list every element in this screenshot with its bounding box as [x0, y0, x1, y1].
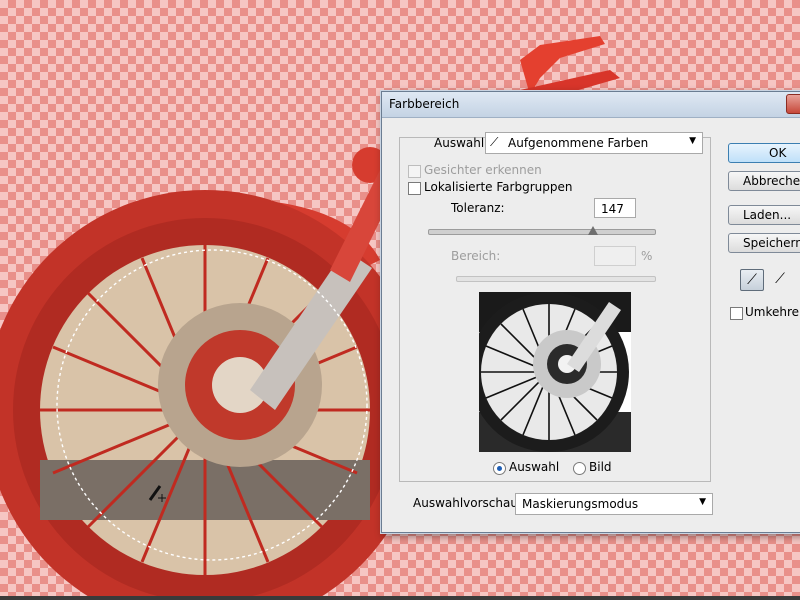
- lokalisiert-checkbox[interactable]: [408, 182, 421, 195]
- bereich-unit: %: [641, 249, 653, 263]
- toleranz-label: Toleranz:: [451, 201, 505, 215]
- dialog-title: Farbbereich: [389, 97, 460, 111]
- radio-auswahl-label: Auswahl: [509, 460, 560, 474]
- eyedropper-icon: ⟋: [490, 135, 499, 149]
- color-range-dialog: Farbbereich Auswahl: ⟋ Aufgenommene Farb…: [381, 91, 800, 533]
- abbrechen-button[interactable]: Abbrechen: [728, 171, 800, 191]
- close-icon[interactable]: [786, 94, 800, 114]
- lokalisiert-label: Lokalisierte Farbgruppen: [424, 180, 573, 194]
- gesichter-checkbox: [408, 165, 421, 178]
- vorschau-select[interactable]: Maskierungsmodus ▼: [515, 493, 713, 515]
- umkehren-checkbox[interactable]: [730, 307, 743, 320]
- toleranz-slider-thumb[interactable]: [587, 226, 598, 235]
- radio-auswahl[interactable]: [493, 462, 506, 475]
- toleranz-input[interactable]: 147: [594, 198, 636, 218]
- auswahl-select[interactable]: ⟋ Aufgenommene Farben ▼: [485, 132, 703, 154]
- eyedropper-icon[interactable]: ⟋: [740, 269, 764, 291]
- radio-bild[interactable]: [573, 462, 586, 475]
- selection-preview: [479, 292, 631, 452]
- bereich-slider: [456, 276, 656, 282]
- speichern-button[interactable]: Speichern...: [728, 233, 800, 253]
- auswahl-label: Auswahl:: [434, 136, 489, 150]
- laden-button[interactable]: Laden...: [728, 205, 800, 225]
- chevron-down-icon: ▼: [699, 497, 706, 507]
- umkehren-label: Umkehren: [745, 305, 800, 319]
- gesichter-label: Gesichter erkennen: [424, 163, 542, 177]
- bereich-input: [594, 246, 636, 266]
- eyedropper-minus-icon[interactable]: ⟋: [794, 269, 800, 291]
- dialog-titlebar[interactable]: Farbbereich: [382, 92, 800, 118]
- toleranz-slider[interactable]: [428, 229, 656, 235]
- ok-button[interactable]: OK: [728, 143, 800, 163]
- bereich-label: Bereich:: [451, 249, 501, 263]
- canvas-bottom-bar: [0, 596, 800, 600]
- chevron-down-icon: ▼: [689, 136, 696, 146]
- vorschau-label: Auswahlvorschau:: [413, 496, 523, 510]
- radio-bild-label: Bild: [589, 460, 612, 474]
- eyedropper-plus-icon[interactable]: ⟋: [768, 269, 792, 291]
